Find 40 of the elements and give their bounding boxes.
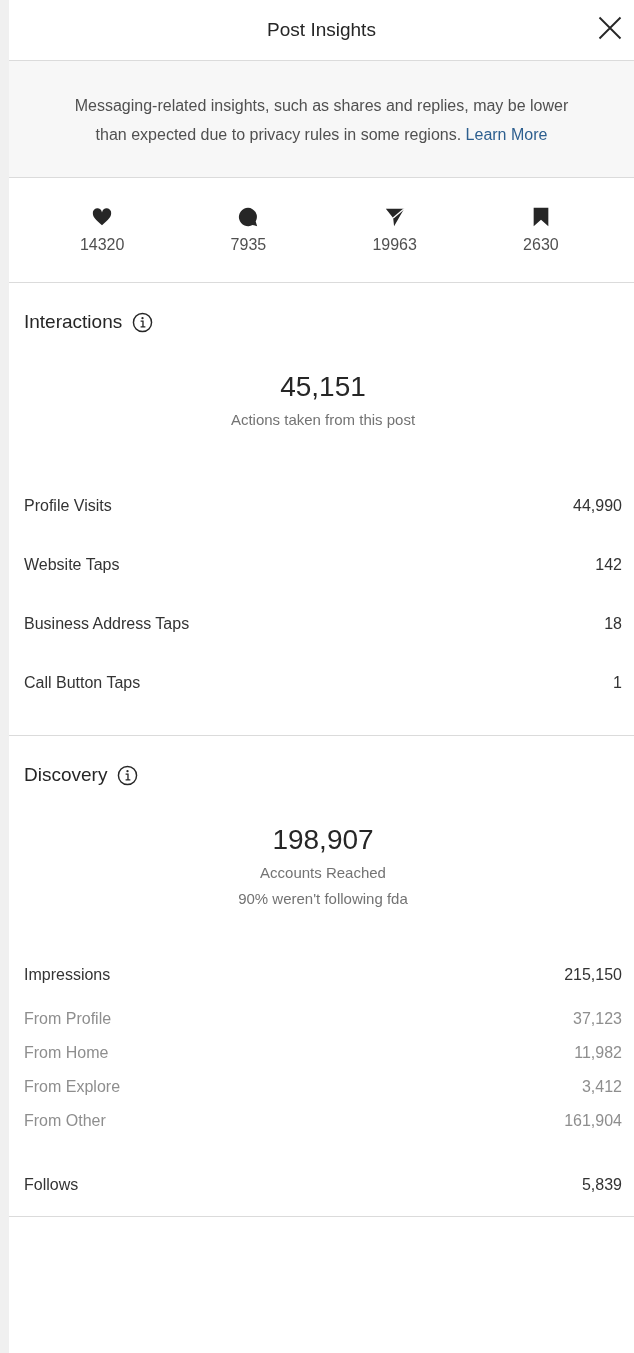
metric-value: 1 xyxy=(613,674,622,692)
section-title: Discovery xyxy=(24,764,108,786)
metric-label: Impressions xyxy=(24,966,111,984)
metric-label: Website Taps xyxy=(24,556,120,574)
total-value: 45,151 xyxy=(280,371,366,403)
total-value: 198,907 xyxy=(272,824,374,856)
metric-value: 5,839 xyxy=(581,1176,622,1194)
metric-label: From Profile xyxy=(24,1010,112,1028)
privacy-notice: Messaging-related insights, such as shares and replies, may be lower than expected due to privacy rules in some regions. Learn More xyxy=(73,96,570,145)
total-caption: 90% weren't following fda xyxy=(238,889,408,909)
speech-bubble-icon xyxy=(237,206,260,228)
metric-label: From Home xyxy=(24,1044,109,1062)
metric-value: 3,412 xyxy=(581,1078,622,1096)
total-caption: Actions taken from this post xyxy=(230,410,416,430)
stat-count: 19963 xyxy=(372,236,417,254)
total-caption: Accounts Reached xyxy=(260,863,386,883)
metric-label: From Other xyxy=(24,1112,106,1130)
stat-count: 14320 xyxy=(79,236,125,254)
heart-icon xyxy=(91,206,114,228)
metric-label: From Explore xyxy=(24,1078,121,1096)
stat-count: 2630 xyxy=(523,236,559,254)
metric-value: 215,150 xyxy=(564,966,622,984)
metric-value: 11,982 xyxy=(574,1044,622,1062)
metric-label: Business Address Taps xyxy=(24,615,190,633)
dialog-title: Post Insights xyxy=(267,19,376,41)
metric-value: 18 xyxy=(604,615,622,633)
stat-count: 7935 xyxy=(230,236,267,254)
metric-value: 44,990 xyxy=(573,497,622,515)
info-icon xyxy=(117,764,139,786)
paper-plane-icon xyxy=(383,206,406,228)
info-icon xyxy=(132,311,154,333)
metric-label: Call Button Taps xyxy=(24,674,141,692)
metric-label: Profile Visits xyxy=(24,497,112,515)
section-title: Interactions xyxy=(24,311,123,333)
metric-value: 161,904 xyxy=(564,1112,622,1130)
metric-value: 37,123 xyxy=(573,1010,622,1028)
learn-more-link[interactable]: Learn More xyxy=(465,126,548,143)
metric-label: Follows xyxy=(24,1176,79,1194)
close-icon xyxy=(596,14,624,42)
metric-value: 142 xyxy=(595,556,622,574)
